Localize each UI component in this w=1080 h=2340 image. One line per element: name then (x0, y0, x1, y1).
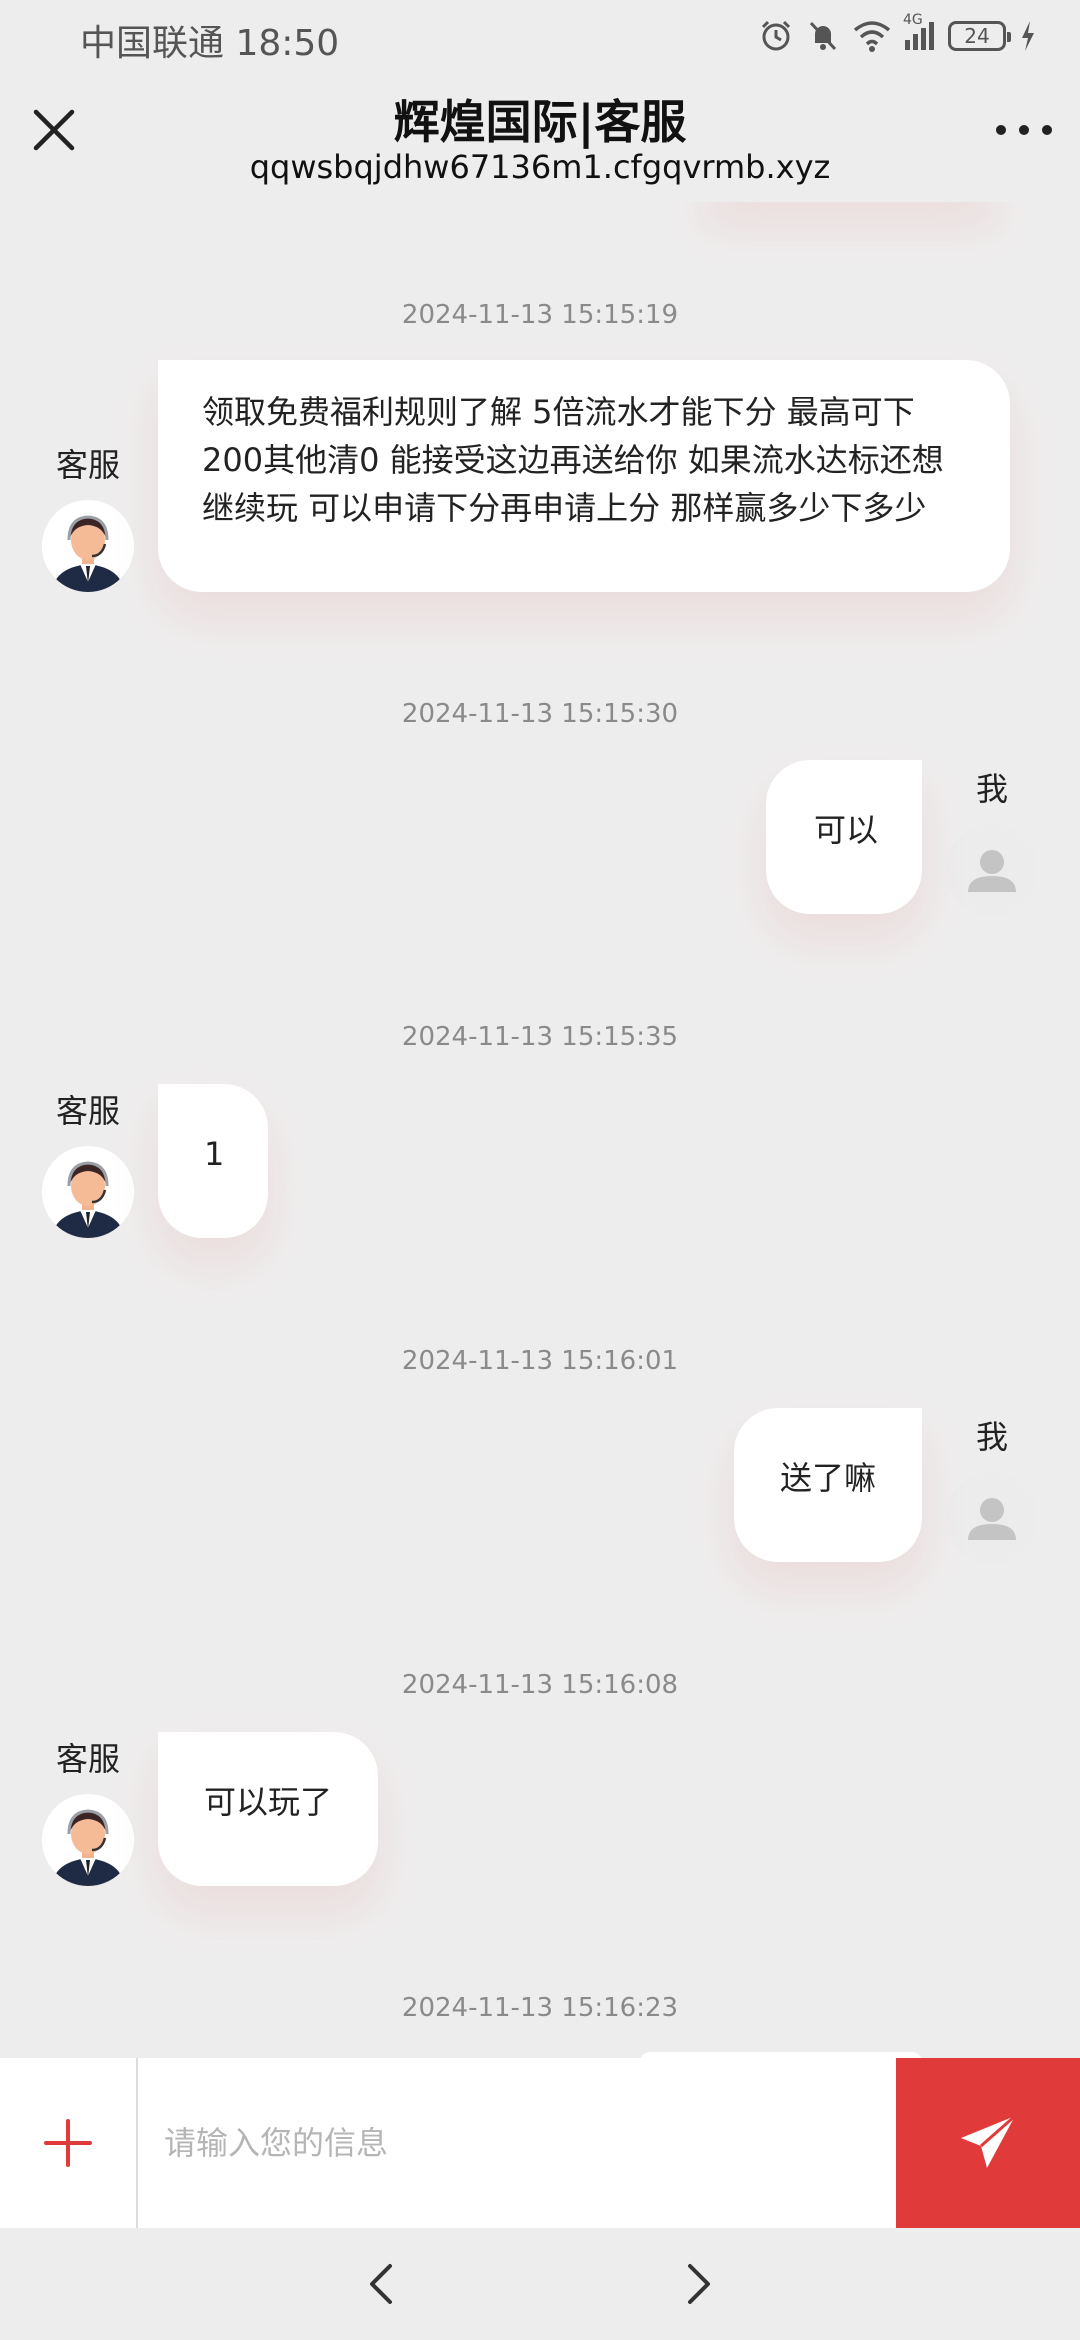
message-input[interactable] (138, 2058, 896, 2228)
user-avatar (946, 824, 1038, 916)
signal-bar (929, 22, 934, 50)
chat-header: 辉煌国际|客服 qqwsbqjdhw67136m1.cfgqvrmb.xyz (0, 72, 1080, 202)
carrier-time: 中国联通 18:50 (80, 14, 339, 66)
alarm-icon (761, 20, 791, 51)
agent-message-bubble: 领取免费福利规则了解 5倍流水才能下分 最高可下 200其他清0 能接受这边再送… (158, 360, 1010, 592)
chevron-right-icon (688, 2264, 710, 2304)
more-icon-dot (1019, 125, 1029, 135)
mute-bell-icon (809, 21, 837, 51)
signal-bar (905, 40, 910, 50)
battery-level: 24 (964, 24, 990, 48)
message-timestamp: 2024-11-13 15:15:19 (401, 300, 679, 330)
sender-name: 我 (976, 770, 1009, 808)
signal-bar (921, 28, 926, 50)
sender-name: 客服 (56, 1740, 121, 1778)
more-icon-dot (996, 125, 1006, 135)
sender-name: 我 (976, 1418, 1009, 1456)
agent-message-bubble: 1 (158, 1084, 268, 1238)
message-text: 送了嘛 (780, 1459, 877, 1497)
signal-indicator: 4G (903, 12, 934, 50)
status-icons: 4G 24 (759, 12, 1036, 56)
message-timestamp: 2024-11-13 15:16:01 (401, 1346, 679, 1376)
plus-icon (44, 2119, 92, 2167)
agent-message-bubble: 可以玩了 (158, 1732, 378, 1886)
browser-nav-bar (0, 2228, 1080, 2340)
page: 中国联通 18:50 4G 24 辉煌国际|客服 qqwsbqjdhw67136… (0, 0, 1080, 2340)
send-button[interactable] (896, 2058, 1080, 2228)
page-url: qqwsbqjdhw67136m1.cfgqvrmb.xyz (249, 148, 831, 186)
status-bar: 中国联通 18:50 4G 24 (0, 0, 1080, 72)
message-text-line: 领取免费福利规则了解 5倍流水才能下分 最高可下 (202, 393, 915, 431)
message-text: 1 (204, 1135, 225, 1173)
message-timestamp: 2024-11-13 15:15:30 (401, 699, 679, 729)
more-icon-dot (1042, 125, 1052, 135)
agent-avatar (42, 500, 134, 592)
page-title: 辉煌国际|客服 (393, 95, 687, 149)
chevron-left-icon (370, 2264, 392, 2304)
message-text-line: 继续玩 可以申请下分再申请上分 那样赢多少下多少 (202, 489, 927, 527)
attach-button[interactable] (0, 2058, 136, 2228)
message-text-line: 200其他清0 能接受这边再送给你 如果流水达标还想 (202, 441, 944, 479)
signal-bar (913, 34, 918, 50)
message-input-bar (0, 2058, 1080, 2228)
user-avatar (946, 1472, 1038, 1564)
battery-indicator: 24 (948, 21, 1011, 51)
wifi-icon (853, 21, 891, 52)
more-button[interactable] (996, 118, 1052, 142)
forward-button[interactable] (680, 2254, 720, 2314)
sender-name: 客服 (56, 1092, 121, 1130)
agent-avatar (42, 1794, 134, 1886)
carrier-label: 中国联通 (80, 23, 225, 64)
message-timestamp: 2024-11-13 15:16:08 (401, 1670, 679, 1700)
network-type-label: 4G (903, 12, 923, 28)
chat-area[interactable]: 2024-11-13 15:15:19 客服 领取免费福利规则了解 5倍流水才能… (0, 202, 1080, 2058)
message-timestamp: 2024-11-13 15:15:35 (401, 1022, 679, 1052)
clock: 18:50 (235, 23, 340, 64)
back-button[interactable] (360, 2254, 400, 2314)
user-message-bubble: 送了嘛 (734, 1408, 922, 1562)
message-text: 可以玩了 (204, 1783, 333, 1821)
sender-name: 客服 (56, 446, 121, 484)
send-icon (961, 2114, 1016, 2168)
agent-avatar (42, 1146, 134, 1238)
user-message-bubble: 可以 (766, 760, 922, 914)
charging-icon (1022, 21, 1034, 51)
message-timestamp: 2024-11-13 15:16:23 (401, 1993, 679, 2023)
message-text: 可以 (814, 811, 879, 849)
